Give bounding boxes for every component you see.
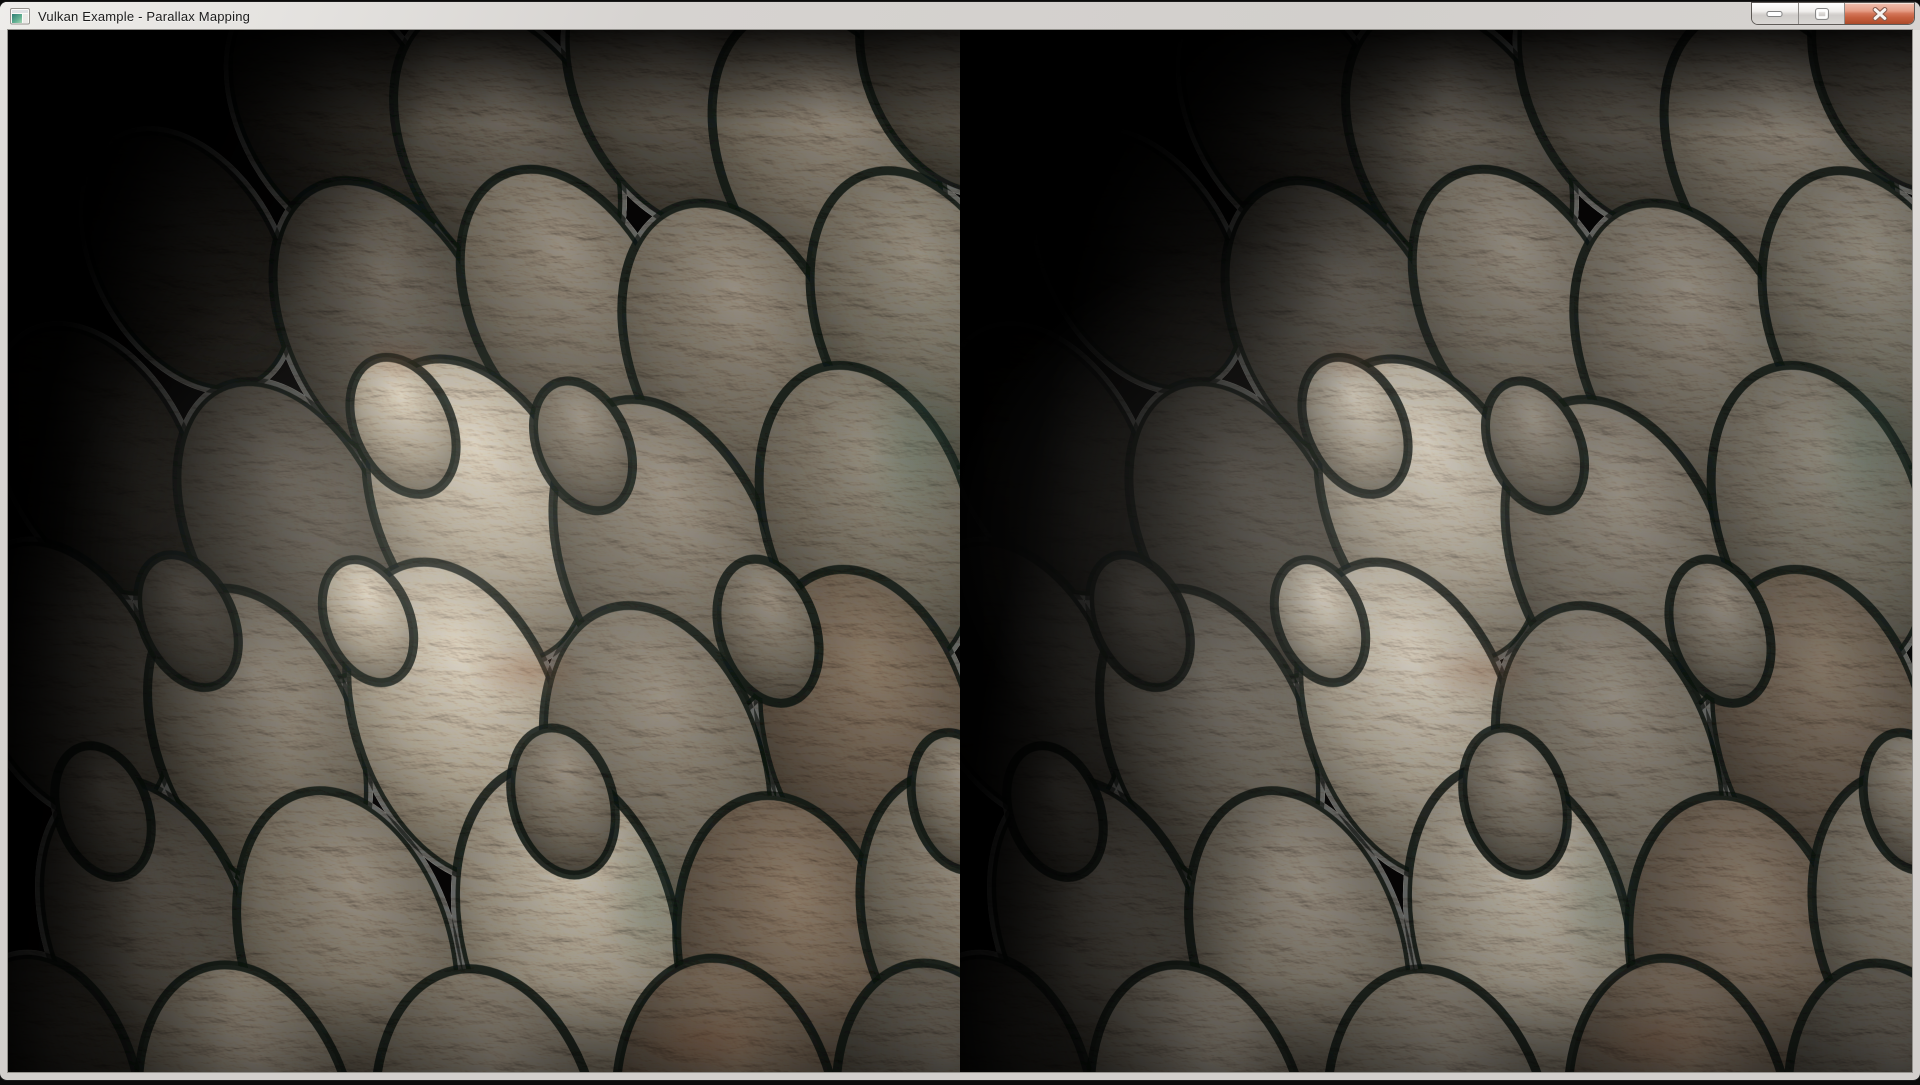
- viewport-right[interactable]: [960, 30, 1912, 1072]
- app-window: Vulkan Example - Parallax Mapping: [0, 2, 1920, 1080]
- app-icon: [10, 8, 30, 25]
- viewport-left[interactable]: [8, 30, 960, 1072]
- window-title: Vulkan Example - Parallax Mapping: [38, 9, 250, 24]
- close-button[interactable]: [1845, 3, 1914, 24]
- close-icon: [1871, 7, 1889, 21]
- rock-scene-left: [8, 30, 960, 1072]
- minimize-button[interactable]: [1752, 3, 1799, 24]
- window-controls: [1752, 3, 1914, 24]
- minimize-icon: [1766, 10, 1784, 18]
- title-bar[interactable]: Vulkan Example - Parallax Mapping: [0, 2, 1920, 30]
- maximize-icon: [1814, 7, 1830, 21]
- rock-scene-right: [960, 30, 1912, 1072]
- render-area: [8, 30, 1912, 1072]
- maximize-button[interactable]: [1799, 3, 1845, 24]
